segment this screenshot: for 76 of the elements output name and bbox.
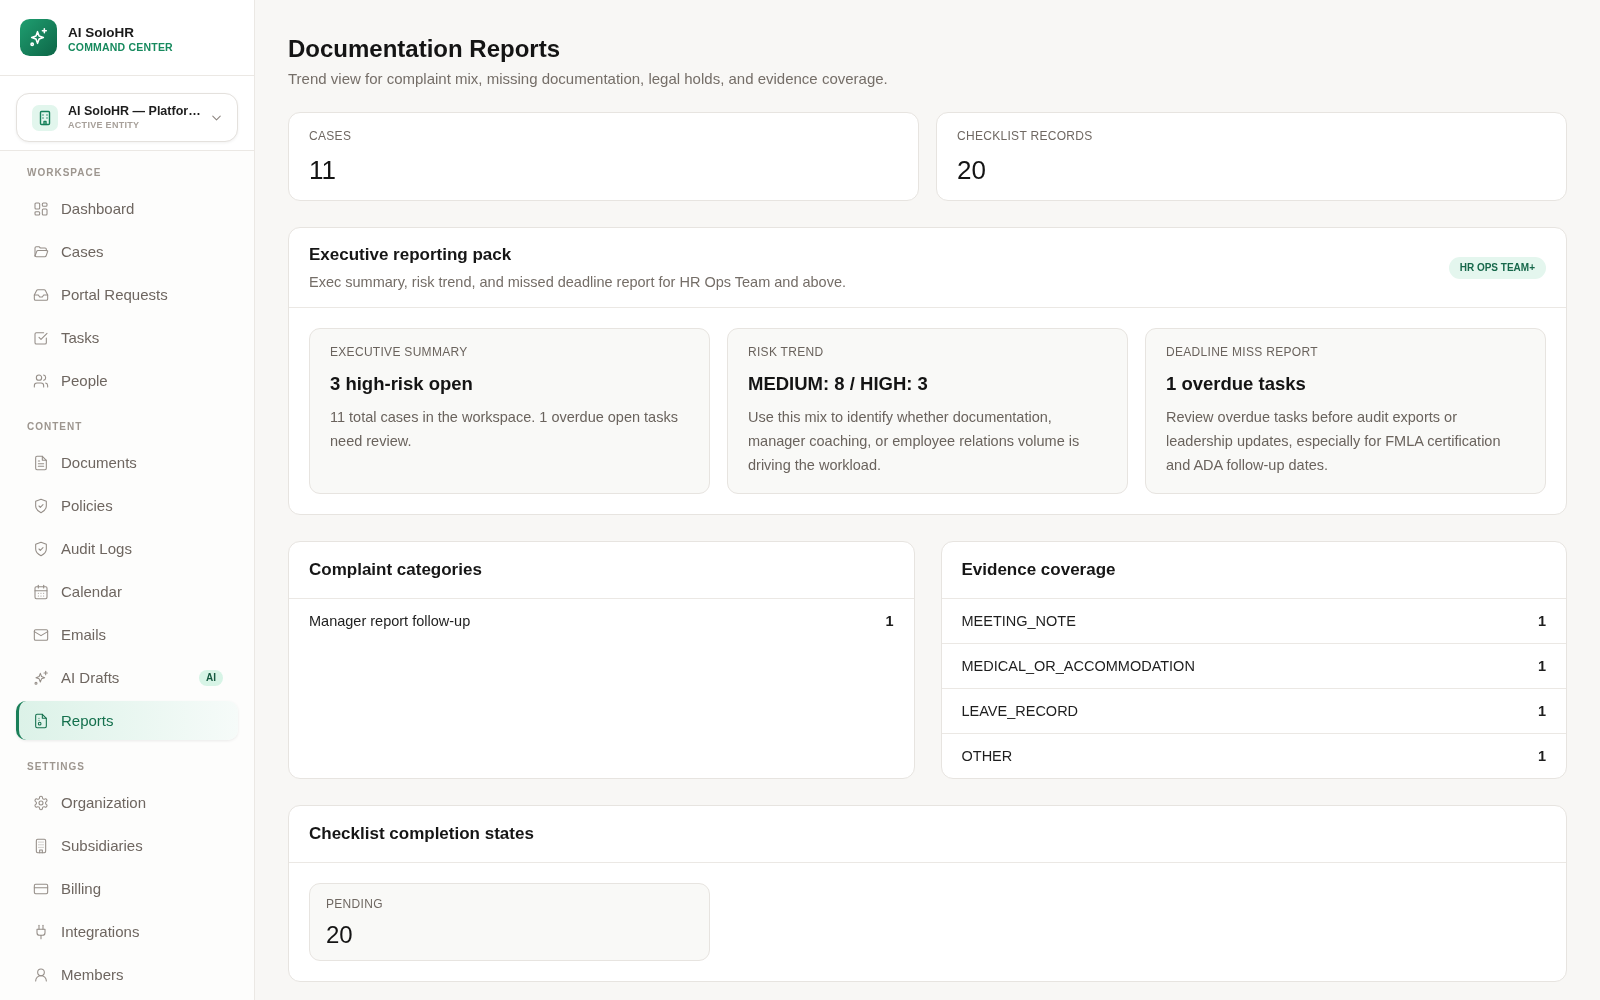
card-label: EXECUTIVE SUMMARY xyxy=(330,344,469,360)
card-headline: 1 overdue tasks xyxy=(1166,372,1307,396)
nav-item[interactable]: Policies xyxy=(16,486,238,525)
nav-item[interactable]: Reports xyxy=(16,701,238,740)
inbox-icon xyxy=(33,286,49,303)
panel-title: Executive reporting pack xyxy=(309,244,513,266)
nav-item[interactable]: Audit Logs xyxy=(16,529,238,568)
section-label: SETTINGS xyxy=(26,760,86,774)
nav-item[interactable]: People xyxy=(16,361,238,400)
evidence-type: LEAVE_RECORD xyxy=(961,703,1079,719)
nav-item[interactable]: Members xyxy=(16,955,238,994)
category-count: 1 xyxy=(885,613,894,629)
shield-check-icon xyxy=(33,497,49,514)
card-body: 11 total cases in the workspace. 1 overdue open tasks need review. xyxy=(330,408,679,451)
team-badge: HR OPS TEAM+ xyxy=(1448,257,1546,279)
sparkles-logo-icon xyxy=(20,19,57,56)
user-icon xyxy=(33,966,49,983)
sparkles-icon xyxy=(33,669,49,686)
gear-icon xyxy=(33,794,49,811)
state-label: PENDING xyxy=(326,896,384,912)
panel-subtitle: Exec summary, risk trend, and missed deadline report for HR Ops Team and above. xyxy=(309,273,846,292)
file-chart-icon xyxy=(33,712,49,729)
ai-badge: AI xyxy=(199,669,223,686)
section-label: WORKSPACE xyxy=(26,166,103,180)
stat-value: 11 xyxy=(309,155,337,185)
evidence-count: 1 xyxy=(1537,748,1546,764)
card-label: RISK TREND xyxy=(748,344,825,360)
chevron-down-icon xyxy=(212,114,221,121)
state-value: 20 xyxy=(326,920,354,950)
page-title: Documentation Reports xyxy=(288,34,561,64)
card-body: Review overdue tasks before audit exports or leadership updates, especially for FMLA certification and ADA follow-up dates. xyxy=(1166,408,1502,475)
building-icon xyxy=(33,837,49,854)
checkbox-icon xyxy=(33,329,49,346)
section-label: CONTENT xyxy=(26,420,84,434)
stat-label: CHECKLIST RECORDS xyxy=(957,128,1094,144)
building-icon xyxy=(32,104,58,131)
card-headline: 3 high-risk open xyxy=(330,372,474,396)
nav-item[interactable]: Integrations xyxy=(16,912,238,951)
grid-icon xyxy=(33,200,49,217)
panel-title: Checklist completion states xyxy=(309,823,534,845)
nav-item[interactable]: Cases xyxy=(16,232,238,271)
stat-label: CASES xyxy=(309,128,353,144)
panel-title: Complaint categories xyxy=(309,559,482,581)
nav-item[interactable]: Emails xyxy=(16,615,238,654)
nav-item[interactable]: Documents xyxy=(16,443,238,482)
evidence-count: 1 xyxy=(1537,703,1546,719)
folder-icon xyxy=(33,243,49,260)
evidence-count: 1 xyxy=(1537,658,1546,674)
nav-item[interactable]: Organization xyxy=(16,783,238,822)
nav-item[interactable]: Billing xyxy=(16,869,238,908)
calendar-icon xyxy=(33,583,49,600)
mail-icon xyxy=(33,626,49,643)
brand-name: AI SoloHR xyxy=(68,25,135,40)
panel-title: Evidence coverage xyxy=(961,559,1116,581)
nav-item[interactable]: AI Drafts xyxy=(16,658,191,697)
plug-icon xyxy=(33,923,49,940)
page-subtitle: Trend view for complaint mix, missing documentation, legal holds, and evidence coverage. xyxy=(288,69,889,89)
users-icon xyxy=(33,372,49,389)
nav-item[interactable]: Calendar xyxy=(16,572,238,611)
nav-item[interactable]: Tasks xyxy=(16,318,238,357)
shield-check-icon xyxy=(33,540,49,557)
evidence-type: MEDICAL_OR_ACCOMMODATION xyxy=(961,658,1195,674)
evidence-type: OTHER xyxy=(961,748,1013,764)
entity-switcher[interactable]: AI SoloHR — Platfor… ACTIVE ENTITY xyxy=(16,93,238,142)
card-label: DEADLINE MISS REPORT xyxy=(1166,344,1319,360)
category-label: Manager report follow-up xyxy=(309,613,471,629)
stat-value: 20 xyxy=(957,155,987,185)
card-body: Use this mix to identify whether documentation, manager coaching, or employee relations volume is driving the workload. xyxy=(748,408,1081,475)
nav-item[interactable]: Subsidiaries xyxy=(16,826,238,865)
nav-item[interactable]: Dashboard xyxy=(16,189,238,228)
evidence-type: MEETING_NOTE xyxy=(961,613,1076,629)
brand-tagline: COMMAND CENTER xyxy=(68,41,173,54)
nav-item[interactable]: Portal Requests xyxy=(16,275,238,314)
card-headline: MEDIUM: 8 / HIGH: 3 xyxy=(748,372,929,396)
file-text-icon xyxy=(33,454,49,471)
evidence-count: 1 xyxy=(1537,613,1546,629)
